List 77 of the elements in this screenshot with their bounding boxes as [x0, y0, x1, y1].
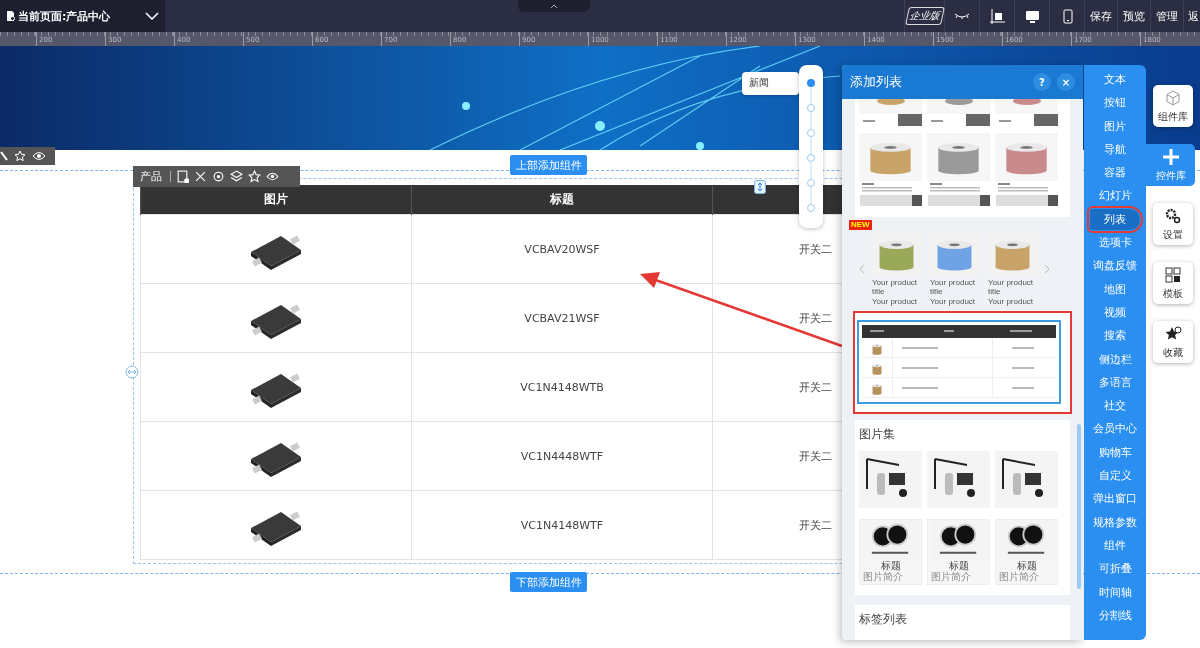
column-header: 图片: [140, 185, 412, 215]
timeline-label: 新闻: [742, 72, 799, 95]
edit-icon[interactable]: [176, 170, 189, 183]
image-description: 图片简介: [930, 571, 971, 584]
side-tab[interactable]: 收藏: [1153, 321, 1193, 363]
cube-icon: [1164, 88, 1182, 107]
category-item[interactable]: 购物车: [1090, 441, 1140, 463]
category-item[interactable]: 列表: [1090, 208, 1140, 230]
table-cell: VC1N4148WTF: [411, 490, 713, 560]
microphone-set-photo: [995, 451, 1058, 508]
category-item[interactable]: 多语言: [1090, 371, 1140, 393]
section-title: 标签列表: [859, 611, 908, 628]
add-component-button[interactable]: 下部添加组件: [510, 572, 587, 592]
product-subtitle: Your product: [871, 297, 919, 306]
drag-handle-icon[interactable]: [754, 180, 766, 194]
caret-up-icon: [550, 3, 558, 9]
star-icon[interactable]: [248, 170, 261, 183]
category-item[interactable]: 按钮: [1090, 92, 1140, 114]
close-button[interactable]: ×: [1057, 73, 1075, 91]
page-icon: [6, 11, 15, 21]
category-item[interactable]: 幻灯片: [1090, 185, 1140, 207]
side-tab[interactable]: 模板: [1153, 262, 1193, 304]
resize-handle-icon[interactable]: [125, 365, 139, 379]
settings-icon[interactable]: [212, 170, 225, 183]
gears-icon: [1164, 206, 1182, 225]
category-item[interactable]: 图片: [1090, 115, 1140, 137]
product-subtitle: Your product: [929, 297, 977, 306]
category-item[interactable]: 组件: [1090, 534, 1140, 556]
eye-closed-icon: [954, 12, 970, 20]
side-tab[interactable]: 设置: [1153, 203, 1193, 245]
image-caption: 标题: [948, 560, 969, 571]
chevron-down-icon[interactable]: [145, 12, 159, 20]
category-item[interactable]: 视频: [1090, 301, 1140, 323]
image-caption: 标题: [1016, 560, 1037, 571]
eye-icon[interactable]: [32, 151, 46, 161]
category-item[interactable]: 侧边栏: [1090, 348, 1140, 370]
grid-icon: [1164, 265, 1182, 284]
category-item[interactable]: 规格参数: [1090, 511, 1140, 533]
panel-title: 添加列表: [850, 73, 903, 91]
microphone-set-photo: [859, 451, 922, 508]
plus-icon: [1161, 147, 1180, 166]
image-description: 图片简介: [862, 571, 903, 584]
category-item[interactable]: 询盘反馈: [1090, 255, 1140, 277]
category-item[interactable]: 搜索: [1090, 325, 1140, 347]
table-cell: VC1N4148WTB: [411, 352, 713, 422]
star-icon[interactable]: [14, 150, 26, 162]
category-item[interactable]: 时间轴: [1090, 581, 1140, 603]
side-tab[interactable]: 组件库: [1153, 85, 1193, 127]
side-tab[interactable]: 控件库: [1146, 144, 1195, 186]
image-caption: 标题: [880, 560, 901, 571]
section-title: 图片集: [859, 426, 896, 443]
eye-icon[interactable]: [266, 170, 279, 183]
tool-icon[interactable]: [0, 150, 8, 162]
image-description: 图片简介: [998, 571, 1039, 584]
category-item[interactable]: 地图: [1090, 278, 1140, 300]
table-cell: VCBAV21WSF: [411, 283, 713, 353]
category-item[interactable]: 容器: [1090, 162, 1140, 184]
microphone-set-photo: [927, 451, 990, 508]
layers-icon[interactable]: [230, 170, 243, 183]
category-item[interactable]: 分割线: [1090, 604, 1140, 626]
component-label: 产品: [140, 169, 162, 184]
new-badge: NEW: [849, 220, 872, 230]
column-header: 标题: [411, 185, 713, 215]
add-component-button[interactable]: 上部添加组件: [510, 155, 587, 175]
current-page-label: 当前页面:产品中心: [18, 8, 112, 24]
tools-icon[interactable]: [194, 170, 207, 183]
category-item[interactable]: 选项卡: [1090, 232, 1140, 254]
category-item[interactable]: 社交: [1090, 395, 1140, 417]
category-item[interactable]: 弹出窗口: [1090, 488, 1140, 510]
category-item[interactable]: 可折叠: [1090, 558, 1140, 580]
category-item[interactable]: 自定义: [1090, 465, 1140, 487]
table-cell: VC1N4448WTF: [411, 421, 713, 491]
align-icon: [988, 7, 1006, 25]
category-item[interactable]: 会员中心: [1090, 418, 1140, 440]
help-button[interactable]: ?: [1033, 73, 1051, 91]
category-item[interactable]: 导航: [1090, 138, 1140, 160]
category-item[interactable]: 文本: [1090, 69, 1140, 90]
